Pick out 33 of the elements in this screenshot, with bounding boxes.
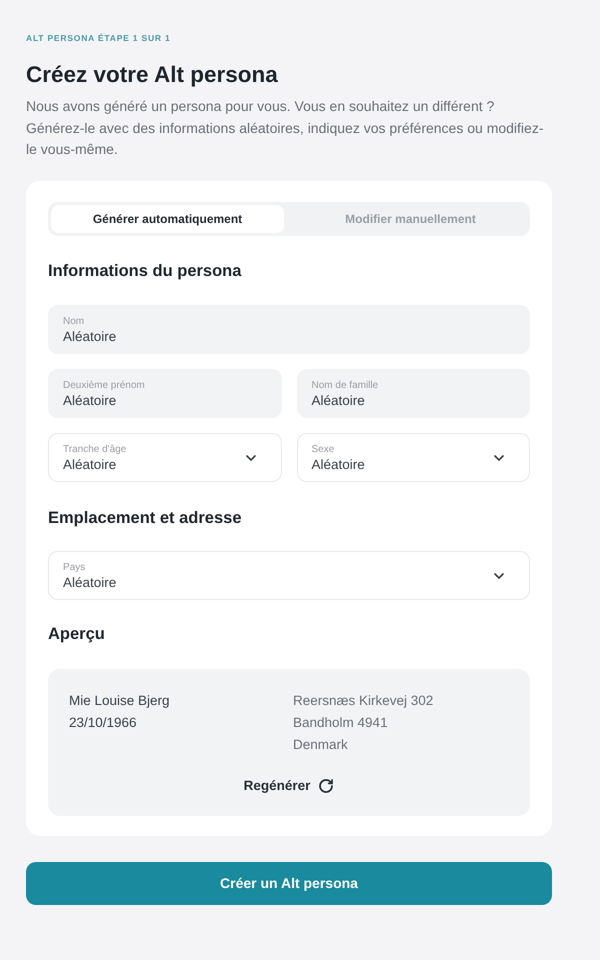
- field-value: Aléatoire: [63, 392, 116, 410]
- page-title: Créez votre Alt persona: [26, 61, 278, 88]
- input-field[interactable]: Nom de famille Aléatoire: [296, 368, 530, 418]
- address-text: Bandholm 4941: [293, 714, 388, 732]
- field-label: Nom: [63, 314, 84, 328]
- step-label: ALT PERSONA ÉTAPE 1 SUR 1: [26, 32, 171, 44]
- select-field[interactable]: Sexe Aléatoire: [296, 432, 530, 482]
- field-label: Deuxième prénom: [63, 378, 145, 392]
- field-value: Aléatoire: [63, 574, 116, 592]
- field-value: Aléatoire: [312, 392, 365, 410]
- section-heading: Aperçu: [48, 624, 105, 644]
- field-label: Nom de famille: [312, 378, 378, 392]
- input-field[interactable]: Deuxième prénom Aléatoire: [48, 368, 282, 418]
- preview-text: 23/10/1966: [69, 714, 137, 732]
- refresh-icon: [318, 778, 334, 794]
- select-field[interactable]: Pays Aléatoire: [48, 550, 530, 600]
- field-label: Tranche d'âge: [63, 442, 126, 456]
- page-description: Nous avons généré un persona pour vous. Vous en souhaitez un différent ? Générez-le avec des informations aléatoires, indiquez vos préférences ou modifiez-le vous-même.: [26, 97, 544, 159]
- section-heading: Informations du persona: [48, 260, 242, 280]
- address-text: Reersnæs Kirkevej 302: [293, 692, 434, 710]
- select-field[interactable]: Tranche d'âge Aléatoire: [48, 432, 282, 482]
- field-value: Aléatoire: [63, 328, 116, 346]
- field-label: Pays: [63, 560, 86, 574]
- regenerate-button[interactable]: Regénérer: [244, 776, 334, 796]
- address-text: Denmark: [293, 736, 348, 754]
- section-heading: Emplacement et adresse: [48, 508, 242, 528]
- field-label: Sexe: [312, 442, 334, 456]
- preview-text: Mie Louise Bjerg: [69, 692, 170, 710]
- field-value: Aléatoire: [312, 456, 365, 474]
- input-field[interactable]: Nom Aléatoire: [48, 304, 530, 354]
- tab[interactable]: Générer automatiquement: [51, 204, 284, 232]
- create-button[interactable]: Créer un Alt persona: [26, 862, 552, 904]
- field-value: Aléatoire: [63, 456, 116, 474]
